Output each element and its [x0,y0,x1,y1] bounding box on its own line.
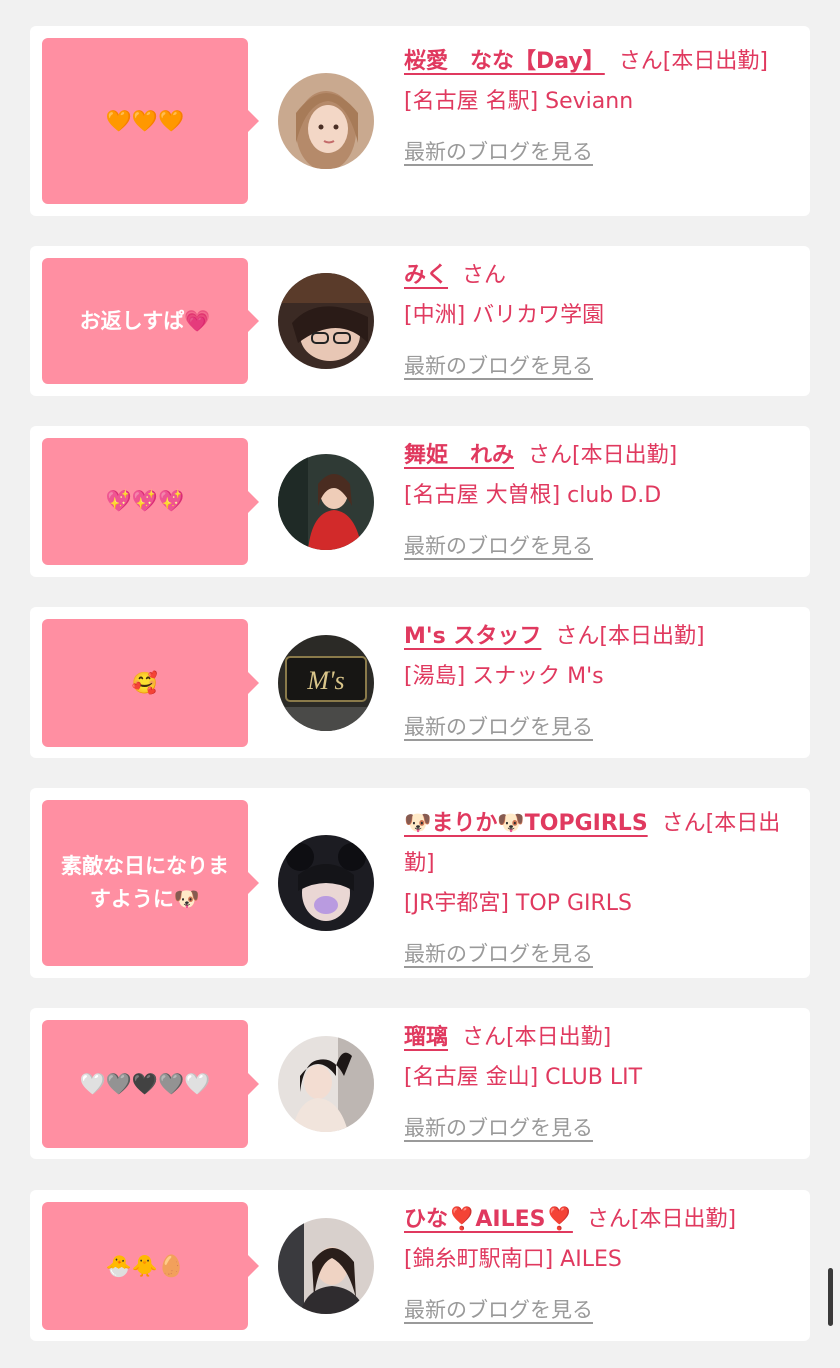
cast-card: 素敵な日になりますように🐶 🐶まりか🐶TOPGIRLS さん[本日出勤] [JR宇… [30,788,810,978]
latest-blog-link[interactable]: 最新のブログを見る [404,707,593,747]
cast-name-link[interactable]: M's スタッフ [404,624,541,649]
cast-suffix: さん [462,263,507,288]
cast-name-link[interactable]: 🐶まりか🐶TOPGIRLS [404,811,648,836]
avatar-image [278,1218,374,1314]
cast-info: ひな❣️AILES❣️ さん[本日出勤] [錦糸町駅南口] AILES 最新のブロ… [404,1200,800,1331]
shop-label: [JR宇都宮] TOP GIRLS [404,891,632,916]
message-bubble: お返しすぱ💗 [42,258,259,384]
cast-card: 🤍🩶🖤🩶🤍 瑠璃 さん[本日出勤] [名古屋 金山] CLUB LIT 最新のブロ… [30,1008,810,1159]
avatar-image [278,73,374,169]
cast-name-link[interactable]: みく [404,263,448,288]
cast-info: 舞姫 れみ さん[本日出勤] [名古屋 大曽根] club D.D 最新のブログを… [404,436,800,567]
message-text: 🐣🐥🥚 [105,1253,185,1278]
cast-card: お返しすぱ💗 みく さん [中洲] バリカワ学園 最新のブログを見る [30,246,810,396]
cast-suffix: さん[本日出勤] [462,1025,612,1050]
avatar-sign-text: M's [306,666,344,695]
cast-avatar[interactable] [278,1036,374,1132]
cast-info: 瑠璃 さん[本日出勤] [名古屋 金山] CLUB LIT 最新のブログを見る [404,1018,800,1149]
message-text: 🤍🩶🖤🩶🤍 [79,1071,211,1096]
avatar-image [278,454,374,550]
cast-card: 💖💖💖 舞姫 れみ さん[本日出勤] [名古屋 大曽根] club D.D 最新の… [30,426,810,577]
shop-label: [名古屋 金山] CLUB LIT [404,1065,643,1090]
message-text: お返しすぱ💗 [79,308,211,333]
cast-avatar[interactable] [278,273,374,369]
cast-suffix: さん[本日出勤] [618,49,768,74]
cast-info: M's スタッフ さん[本日出勤] [湯島] スナック M's 最新のブログを見る [404,617,800,748]
message-bubble: 素敵な日になりますように🐶 [42,800,259,966]
message-text: 素敵な日になりますように🐶 [61,854,229,911]
latest-blog-link[interactable]: 最新のブログを見る [404,346,593,386]
shop-label: [名古屋 名駅] Seviann [404,89,634,114]
cast-name-link[interactable]: 瑠璃 [404,1025,448,1050]
shop-label: [錦糸町駅南口] AILES [404,1247,622,1272]
cast-avatar[interactable] [278,835,374,931]
cast-avatar[interactable] [278,454,374,550]
avatar-image [278,1036,374,1132]
latest-blog-link[interactable]: 最新のブログを見る [404,526,593,566]
cast-name-link[interactable]: ひな❣️AILES❣️ [404,1207,573,1232]
avatar-image: M's [278,635,374,731]
cast-avatar[interactable] [278,73,374,169]
message-bubble: 🐣🐥🥚 [42,1202,259,1330]
avatar-image [278,273,374,369]
cast-card: 🥰 M's M's スタッフ さん[本日出勤] [湯島] スナック M's 最新の… [30,607,810,758]
message-text: 🥰 [131,670,159,695]
cast-info: 桜愛 なな【Day】 さん[本日出勤] [名古屋 名駅] Seviann 最新のブ… [404,42,800,173]
cast-name-link[interactable]: 舞姫 れみ [404,443,514,468]
latest-blog-link[interactable]: 最新のブログを見る [404,132,593,172]
shop-label: [名古屋 大曽根] club D.D [404,483,662,508]
cast-suffix: さん[本日出勤] [528,443,678,468]
cast-name-link[interactable]: 桜愛 なな【Day】 [404,49,605,74]
cast-suffix: さん[本日出勤] [586,1207,737,1232]
message-bubble: 🤍🩶🖤🩶🤍 [42,1020,259,1148]
cast-card: 🐣🐥🥚 ひな❣️AILES❣️ さん[本日出勤] [錦糸町駅南口] AILES 最… [30,1190,810,1341]
cast-card: 🧡🧡🧡 桜愛 なな【Day】 さん[本日出勤] [名古屋 名駅] Seviann … [30,26,810,216]
latest-blog-link[interactable]: 最新のブログを見る [404,934,593,974]
cast-info: みく さん [中洲] バリカワ学園 最新のブログを見る [404,256,800,387]
latest-blog-link[interactable]: 最新のブログを見る [404,1290,593,1330]
message-bubble: 🧡🧡🧡 [42,38,259,204]
vertical-scrollbar[interactable] [828,1268,833,1326]
avatar-image [278,835,374,931]
shop-label: [中洲] バリカワ学園 [404,303,605,328]
cast-info: 🐶まりか🐶TOPGIRLS さん[本日出勤] [JR宇都宮] TOP GIRLS … [404,804,800,975]
message-bubble: 💖💖💖 [42,438,259,565]
cast-suffix: さん[本日出勤] [555,624,705,649]
message-text: 🧡🧡🧡 [105,108,185,133]
latest-blog-link[interactable]: 最新のブログを見る [404,1108,593,1148]
message-bubble: 🥰 [42,619,259,747]
message-text: 💖💖💖 [105,489,185,513]
shop-label: [湯島] スナック M's [404,664,604,689]
cast-avatar[interactable] [278,1218,374,1314]
cast-avatar[interactable]: M's [278,635,374,731]
